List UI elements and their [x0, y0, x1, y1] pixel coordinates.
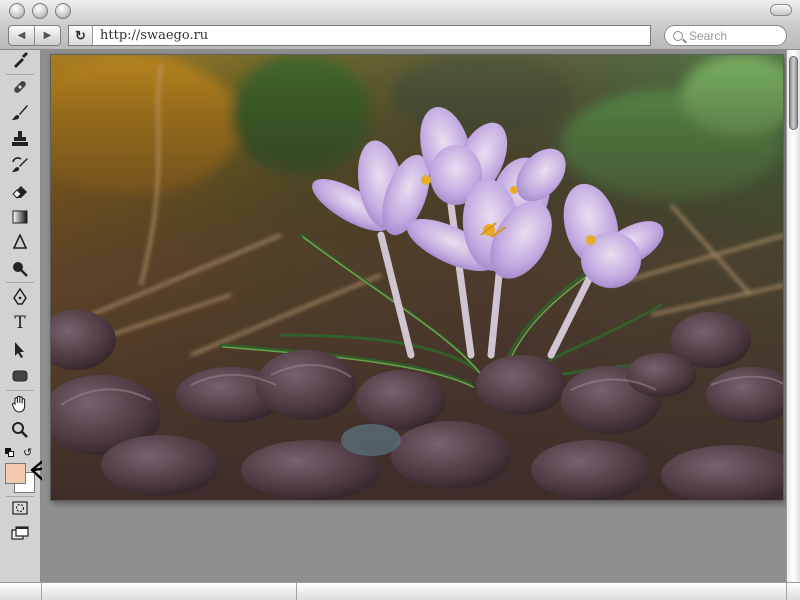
- scroll-divider: [296, 583, 297, 600]
- dodge-icon: [13, 262, 28, 277]
- magnifier-icon: [12, 422, 28, 438]
- crocus-photo: [50, 54, 784, 501]
- scroll-divider: [786, 583, 787, 600]
- scroll-divider: [41, 583, 42, 600]
- pen-icon: [13, 288, 27, 305]
- navigation-buttons: ◀ ▶: [8, 25, 61, 46]
- gradient-tool[interactable]: [9, 207, 31, 227]
- foreground-color-swatch[interactable]: [5, 463, 26, 484]
- close-window-button[interactable]: [9, 3, 25, 19]
- hand-icon: [11, 395, 26, 413]
- arrow-cursor-icon: [15, 342, 24, 358]
- tools-panel: T ↺: [0, 50, 41, 582]
- forward-arrow-icon: ▶: [43, 30, 52, 41]
- type-icon: T: [14, 313, 26, 333]
- rounded-rectangle-icon: [12, 370, 28, 382]
- healing-brush-tool[interactable]: [9, 77, 31, 97]
- tool-separator: [6, 390, 34, 391]
- stamp-icon: [12, 131, 28, 146]
- back-arrow-icon: ◀: [17, 30, 26, 41]
- dodge-tool[interactable]: [9, 259, 31, 279]
- quick-mask-tool[interactable]: [9, 498, 31, 518]
- eraser-tool[interactable]: [9, 181, 31, 201]
- path-selection-tool[interactable]: [9, 340, 31, 360]
- vertical-scrollbar[interactable]: [786, 50, 800, 582]
- reload-icon: ↻: [75, 27, 86, 43]
- eyedropper-icon: [14, 52, 28, 68]
- pen-tool[interactable]: [9, 287, 31, 307]
- browser-toolbar: ◀ ▶ ↻ http://swaego.ru Search: [0, 22, 800, 50]
- toolbar-toggle-button[interactable]: [770, 4, 792, 16]
- tool-separator: [6, 496, 34, 497]
- eraser-icon: [12, 186, 27, 199]
- url-text[interactable]: http://swaego.ru: [93, 28, 208, 43]
- zoom-window-button[interactable]: [55, 3, 71, 19]
- search-input[interactable]: Search: [664, 25, 787, 46]
- title-bar: [0, 0, 800, 22]
- history-brush-icon: [12, 157, 28, 172]
- tool-separator: [6, 282, 34, 283]
- vertical-scroll-thumb[interactable]: [789, 56, 798, 130]
- tool-separator: [6, 74, 34, 75]
- back-button[interactable]: ◀: [9, 26, 34, 45]
- search-placeholder: Search: [689, 28, 728, 43]
- screen-mode-icon: [11, 526, 29, 540]
- zoom-tool[interactable]: [9, 420, 31, 440]
- eyedropper-tool[interactable]: [9, 50, 31, 70]
- shape-tool[interactable]: [9, 366, 31, 386]
- screen-mode-tool[interactable]: [9, 524, 31, 544]
- hand-tool[interactable]: [9, 394, 31, 414]
- document-canvas: [42, 50, 786, 582]
- reload-button[interactable]: ↻: [69, 26, 93, 45]
- photo-artwork: [51, 55, 783, 500]
- default-colors-icon[interactable]: [5, 448, 15, 458]
- bandage-icon: [14, 81, 26, 93]
- brush-icon: [12, 105, 28, 120]
- type-tool[interactable]: T: [9, 313, 31, 333]
- search-icon: [673, 30, 683, 41]
- blur-tool[interactable]: [9, 233, 31, 253]
- quick-mask-icon: [12, 501, 28, 515]
- blur-drop-icon: [12, 234, 28, 249]
- clone-stamp-tool[interactable]: [9, 129, 31, 149]
- address-bar[interactable]: ↻ http://swaego.ru: [68, 25, 651, 46]
- minimize-window-button[interactable]: [32, 3, 48, 19]
- horizontal-scrollbar[interactable]: [0, 582, 800, 600]
- gradient-icon: [12, 210, 28, 224]
- brush-tool[interactable]: [9, 103, 31, 123]
- history-brush-tool[interactable]: [9, 155, 31, 175]
- forward-button[interactable]: ▶: [34, 26, 60, 45]
